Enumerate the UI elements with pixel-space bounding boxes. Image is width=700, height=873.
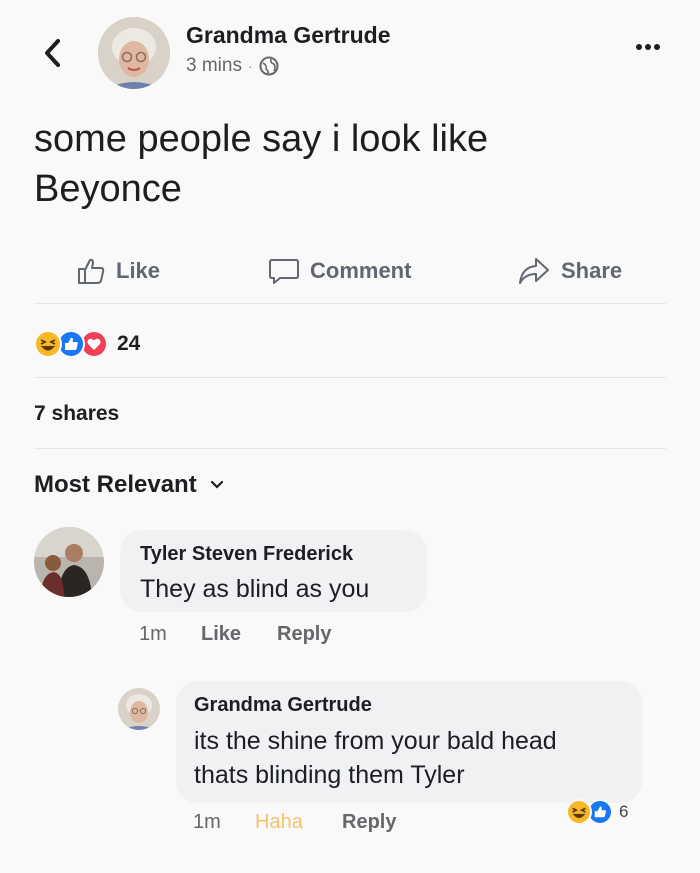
comment-label: Comment [310,258,412,283]
share-button[interactable]: Share [517,256,622,286]
thumbs-up-icon [78,258,105,284]
sort-label: Most Relevant [34,471,197,498]
comment-sort-dropdown[interactable]: Most Relevant [34,471,225,499]
haha-icon [34,330,62,358]
author-avatar[interactable] [98,17,170,89]
reply-reply-button[interactable]: Reply [342,811,396,834]
post-header: Grandma Gertrude 3 mins · [0,0,700,100]
shares-count[interactable]: 7 shares [34,402,119,426]
more-dots-icon [636,44,642,50]
comment-author[interactable]: Tyler Steven Frederick [140,543,353,566]
reply-actions: 1m Haha Reply [193,811,396,834]
haha-icon [566,799,592,825]
like-label: Like [116,258,161,283]
comment-button[interactable]: Comment [268,256,411,286]
commenter-avatar[interactable] [34,527,104,597]
author-name[interactable]: Grandma Gertrude [186,22,391,49]
reply-haha-button[interactable]: Haha [255,811,342,834]
comment-bubble-icon [269,259,299,284]
reply-time: 1m [193,811,221,833]
divider [34,303,666,304]
meta-separator: · [247,58,253,74]
divider [34,448,666,449]
reply-text-line: its the shine from your bald head [194,727,557,755]
post-text-line: Beyonce [34,168,182,210]
back-button[interactable] [38,36,66,70]
reaction-count: 24 [117,332,141,355]
comment-time: 1m [139,623,167,645]
reply-text-line: thats blinding them Tyler [194,761,465,789]
post-meta: 3 mins · [186,55,279,77]
post-time: 3 mins [186,55,242,76]
more-options-button[interactable] [636,44,660,50]
reply-reaction-summary[interactable]: 6 [566,799,628,825]
divider [34,377,666,378]
share-arrow-icon [519,258,549,284]
reply-reaction-count: 6 [619,802,629,821]
like-button[interactable]: Like [76,256,160,286]
comment-like-button[interactable]: Like [201,623,277,646]
action-bar: Like Comment Share [0,250,700,294]
chevron-down-icon [210,480,223,489]
post-text-line: some people say i look like [34,118,489,160]
reply-author[interactable]: Grandma Gertrude [194,694,372,717]
reaction-summary[interactable]: 24 [34,330,140,358]
share-label: Share [561,258,623,283]
chevron-left-icon [45,39,60,67]
reply-text: its the shine from your bald head thats … [194,724,557,792]
comment-reply-button[interactable]: Reply [277,623,331,646]
comment-text: They as blind as you [140,575,370,603]
comment-actions: 1m Like Reply [139,623,331,646]
reply-bubble[interactable]: Grandma Gertrude its the shine from your… [176,681,642,803]
post-body: some people say i look like Beyonce [34,114,654,214]
comment-bubble[interactable]: Tyler Steven Frederick They as blind as … [120,530,427,612]
reply-author-avatar[interactable] [118,688,160,730]
globe-icon [259,56,279,76]
